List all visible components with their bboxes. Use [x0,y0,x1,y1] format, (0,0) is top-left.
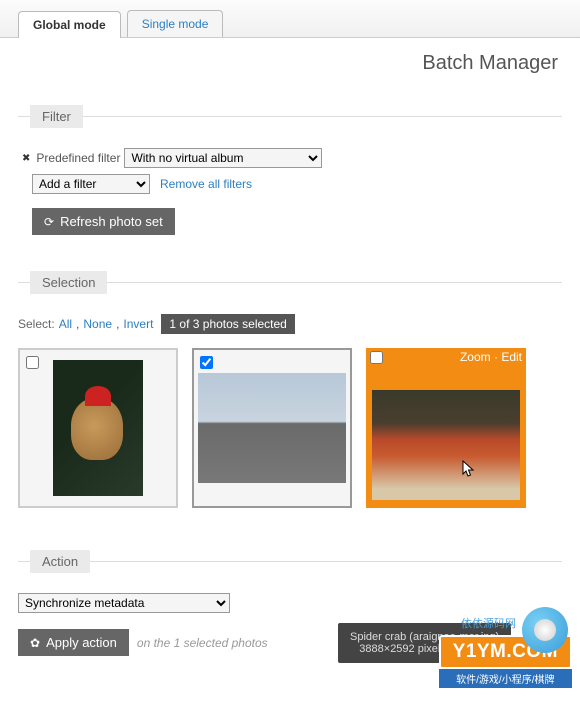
thumb-image-1 [53,360,143,496]
refresh-icon: ⟳ [44,215,54,229]
thumb-checkbox-2[interactable] [200,356,213,369]
mouse-cursor-icon [462,460,476,478]
selection-fieldset: Selection Select: All, None, Invert 1 of… [18,271,562,528]
apply-hint: on the 1 selected photos [137,636,268,650]
thumbnail-1[interactable] [18,348,178,508]
action-select[interactable]: Synchronize metadata [18,593,230,613]
thumb-checkbox-3[interactable] [370,351,383,364]
tab-global-mode[interactable]: Global mode [18,11,121,38]
watermark-subtitle: 软件/游戏/小程序/棋牌 [439,669,572,688]
zoom-link[interactable]: Zoom [460,350,491,364]
filter-fieldset: Filter ✖ Predefined filter With no virtu… [18,105,562,249]
watermark: 依依源码网 Y1YM.COM 软件/游戏/小程序/棋牌 [439,635,572,688]
tab-single-mode[interactable]: Single mode [127,10,224,37]
select-invert-link[interactable]: Invert [123,317,153,331]
select-all-link[interactable]: All [59,317,72,331]
selection-legend: Selection [30,271,107,294]
select-none-link[interactable]: None [83,317,112,331]
thumb-image-3 [372,390,520,500]
watermark-brand: 依依源码网 [461,615,516,631]
page-title: Batch Manager [0,38,580,83]
remove-all-filters-link[interactable]: Remove all filters [160,177,252,191]
action-legend: Action [30,550,90,573]
gear-icon: ✿ [30,636,40,650]
select-label: Select: [18,317,55,331]
thumbnail-2[interactable] [192,348,352,508]
edit-link[interactable]: Edit [501,350,522,364]
remove-filter-icon[interactable]: ✖ [22,153,30,164]
refresh-photo-set-button[interactable]: ⟳ Refresh photo set [32,208,175,235]
filter-legend: Filter [30,105,83,128]
predefined-filter-label: Predefined filter [36,151,120,165]
thumb-checkbox-1[interactable] [26,356,39,369]
selection-count: 1 of 3 photos selected [161,314,294,334]
add-filter-select[interactable]: Add a filter [32,174,150,194]
apply-button-label: Apply action [46,635,117,650]
thumbnail-3[interactable]: Zoom · Edit [366,348,526,508]
watermark-bubble-icon [522,607,568,653]
predefined-filter-select[interactable]: With no virtual album [124,148,322,168]
thumb-image-2 [198,373,346,483]
refresh-button-label: Refresh photo set [60,214,163,229]
apply-action-button[interactable]: ✿ Apply action [18,629,129,656]
